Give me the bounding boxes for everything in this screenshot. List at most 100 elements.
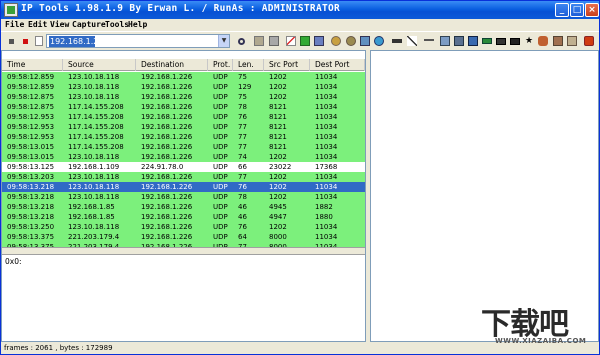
table-header: Time Source Destination Prot. Len. Src Port De…	[2, 59, 365, 71]
menu-file[interactable]: File	[5, 20, 24, 29]
table-row[interactable]: 09:58:13.125 192.168.1.109 224.91.78.0 UDP 6…	[2, 162, 365, 172]
hex-dump-pane[interactable]: 0x0:	[2, 255, 365, 341]
cell-dest-port: 11034	[315, 83, 338, 91]
power-icon[interactable]	[582, 34, 596, 48]
pane-splitter[interactable]	[2, 247, 365, 255]
app-icon[interactable]	[4, 3, 18, 17]
cell-source: 123.10.18.118	[68, 83, 120, 91]
cell-length: 77	[238, 173, 247, 181]
star-icon[interactable]: ★	[522, 34, 536, 48]
column-header-source[interactable]: Source	[63, 59, 136, 71]
cell-time: 09:58:12.859	[7, 83, 55, 91]
cell-length: 76	[238, 223, 247, 231]
menu-edit[interactable]: Edit	[28, 20, 47, 29]
cell-source: 192.168.1.85	[68, 213, 115, 221]
lan-icon[interactable]	[466, 34, 480, 48]
table-row[interactable]: 09:58:13.218 192.168.1.85 192.168.1.226 UDP…	[2, 212, 365, 222]
card-icon[interactable]	[480, 34, 494, 48]
cell-dest-port: 11034	[315, 143, 338, 151]
display-icon[interactable]	[508, 34, 522, 48]
cell-destination: 192.168.1.226	[141, 183, 193, 191]
wave-icon[interactable]	[422, 34, 436, 48]
table-row[interactable]: 09:58:13.015 117.14.155.208 192.168.1.226 U…	[2, 142, 365, 152]
screen-icon[interactable]	[494, 34, 508, 48]
monitor-icon[interactable]	[358, 34, 372, 48]
cube-icon[interactable]	[312, 34, 326, 48]
table-row[interactable]: 09:58:12.859 123.10.18.118 192.168.1.226 UD…	[2, 82, 365, 92]
address-input[interactable]	[49, 36, 95, 47]
cell-source: 123.10.18.118	[68, 223, 120, 231]
column-header-protocol[interactable]: Prot.	[208, 59, 233, 71]
list-icon[interactable]	[565, 34, 579, 48]
table-row[interactable]: 09:58:12.859 123.10.18.118 192.168.1.226 UD…	[2, 72, 365, 82]
cell-destination: 192.168.1.226	[141, 83, 193, 91]
folder-icon[interactable]	[551, 34, 565, 48]
menu-tools[interactable]: Tools	[105, 20, 129, 29]
menu-help[interactable]: Help	[128, 20, 147, 29]
column-header-destination[interactable]: Destination	[136, 59, 208, 71]
table-row[interactable]: 09:58:13.015 123.10.18.118 192.168.1.226 UD…	[2, 152, 365, 162]
table-row[interactable]: 09:58:13.218 123.10.18.118 192.168.1.226 UD…	[2, 192, 365, 202]
title-bar[interactable]: IP Tools 1.98.1.9 By Erwan L. / RunAs : …	[1, 1, 599, 19]
cell-src-port: 1202	[269, 83, 287, 91]
cell-dest-port: 11034	[315, 93, 338, 101]
cell-src-port: 8121	[269, 113, 287, 121]
plug-icon[interactable]	[390, 34, 404, 48]
watermark: 下载吧 WWW.XIAZAIBA.COM	[481, 299, 599, 354]
page-icon[interactable]	[32, 34, 46, 48]
maximize-button[interactable]: □	[570, 3, 584, 17]
gear-icon[interactable]	[329, 34, 343, 48]
table-row[interactable]: 09:58:13.203 123.10.18.118 192.168.1.226 UD…	[2, 172, 365, 182]
cell-src-port: 8000	[269, 233, 287, 241]
cell-dest-port: 11034	[315, 153, 338, 161]
cabinet-icon[interactable]	[267, 34, 281, 48]
stop-icon[interactable]	[4, 34, 18, 48]
globe-icon[interactable]	[372, 34, 386, 48]
column-header-src-port[interactable]: Src Port	[264, 59, 310, 71]
cell-destination: 192.168.1.226	[141, 113, 193, 121]
address-combobox[interactable]: ▼	[46, 34, 230, 48]
menu-capture[interactable]: Capture	[72, 20, 106, 29]
cell-destination: 192.168.1.226	[141, 203, 193, 211]
cell-length: 64	[238, 233, 247, 241]
table-row[interactable]: 09:58:13.250 123.10.18.118 192.168.1.226 UD…	[2, 222, 365, 232]
table-row[interactable]: 09:58:13.375 221.203.179.4 192.168.1.226 UD…	[2, 232, 365, 242]
table-row[interactable]: 09:58:12.875 123.10.18.118 192.168.1.226 UD…	[2, 92, 365, 102]
cell-length: 46	[238, 213, 247, 221]
cell-time: 09:58:13.203	[7, 173, 55, 181]
table-row[interactable]: 09:58:13.218 123.10.18.118 192.168.1.226 UD…	[2, 182, 365, 192]
chart-icon[interactable]	[284, 34, 298, 48]
network-icon[interactable]	[298, 34, 312, 48]
users-icon[interactable]	[536, 34, 550, 48]
chevron-down-icon[interactable]: ▼	[218, 35, 229, 47]
cell-dest-port: 11034	[315, 113, 338, 121]
menu-view[interactable]: View	[50, 20, 69, 29]
cell-src-port: 1202	[269, 183, 287, 191]
cell-destination: 192.168.1.226	[141, 133, 193, 141]
cell-destination: 192.168.1.226	[141, 213, 193, 221]
gear-pair-icon[interactable]	[344, 34, 358, 48]
close-button[interactable]: ×	[585, 3, 599, 17]
table-row[interactable]: 09:58:12.953 117.14.155.208 192.168.1.226 U…	[2, 112, 365, 122]
cell-time: 09:58:13.125	[7, 163, 55, 171]
device-icon[interactable]	[452, 34, 466, 48]
column-header-length[interactable]: Len.	[233, 59, 264, 71]
table-row[interactable]: 09:58:13.218 192.168.1.85 192.168.1.226 UDP…	[2, 202, 365, 212]
table-row[interactable]: 09:58:12.875 117.14.155.208 192.168.1.226 U…	[2, 102, 365, 112]
column-header-time[interactable]: Time	[2, 59, 63, 71]
minimize-button[interactable]: _	[555, 3, 569, 17]
cell-dest-port: 11034	[315, 193, 338, 201]
cell-time: 09:58:13.015	[7, 153, 55, 161]
record-icon[interactable]	[18, 34, 32, 48]
cell-protocol: UDP	[213, 173, 228, 181]
search-icon[interactable]	[234, 34, 248, 48]
tools-icon[interactable]	[252, 34, 266, 48]
cell-protocol: UDP	[213, 103, 228, 111]
column-header-dest-port[interactable]: Dest Port	[310, 59, 365, 71]
cell-protocol: UDP	[213, 183, 228, 191]
table-row[interactable]: 09:58:12.953 117.14.155.208 192.168.1.226 U…	[2, 122, 365, 132]
cable-icon[interactable]	[405, 34, 419, 48]
table-row[interactable]: 09:58:12.953 117.14.155.208 192.168.1.226 U…	[2, 132, 365, 142]
cell-length: 129	[238, 83, 252, 91]
computer-icon[interactable]	[438, 34, 452, 48]
